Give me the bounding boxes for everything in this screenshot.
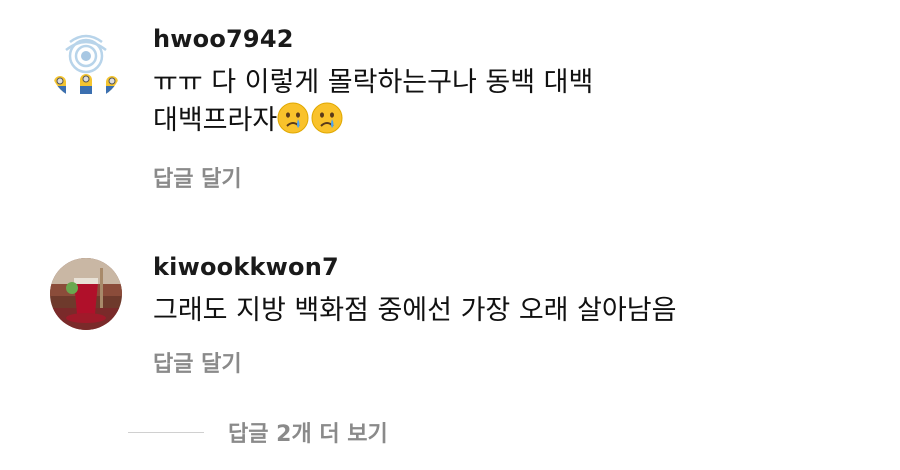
crying-face-emoji-icon	[311, 102, 343, 145]
username[interactable]: hwoo7942	[153, 24, 593, 54]
comment-text-line: ㅠㅠ 다 이렇게 몰락하는구나 동백 대백	[153, 67, 594, 98]
view-more-replies-button[interactable]: 답글 2개 더 보기	[128, 414, 388, 450]
username[interactable]: kiwookkwon7	[153, 252, 676, 282]
comment-body: kiwookkwon7 그래도 지방 백화점 중에선 가장 오래 살아남음 답글…	[153, 252, 676, 378]
divider-line	[128, 431, 204, 433]
comment-text: ㅠㅠ 다 이렇게 몰락하는구나 동백 대백 대백프라자	[153, 64, 593, 145]
reply-button[interactable]: 답글 달기	[153, 161, 242, 193]
reply-button[interactable]: 답글 달기	[153, 346, 242, 378]
comment-body: hwoo7942 ㅠㅠ 다 이렇게 몰락하는구나 동백 대백 대백프라자 답글 …	[153, 24, 593, 193]
comment-text: 그래도 지방 백화점 중에선 가장 오래 살아남음	[153, 295, 677, 326]
comment-text-line: 대백프라자	[153, 105, 278, 136]
avatar[interactable]	[50, 28, 122, 100]
view-more-replies-label: 답글 2개 더 보기	[228, 422, 388, 447]
drink-photo-avatar-icon	[50, 258, 122, 330]
avatar[interactable]	[50, 258, 122, 330]
minions-avatar-icon	[50, 28, 122, 100]
crying-face-emoji-icon	[277, 102, 309, 145]
